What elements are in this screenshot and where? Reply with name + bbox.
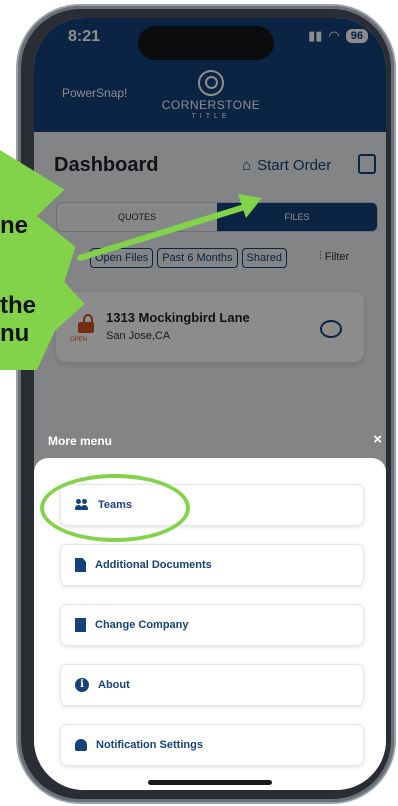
pointer-arrow [77,194,262,261]
highlight-ring [40,474,190,542]
callout-line-3: nu [0,320,30,347]
callout-line-1: ne [0,212,29,239]
callout-line-2: the [0,292,36,319]
